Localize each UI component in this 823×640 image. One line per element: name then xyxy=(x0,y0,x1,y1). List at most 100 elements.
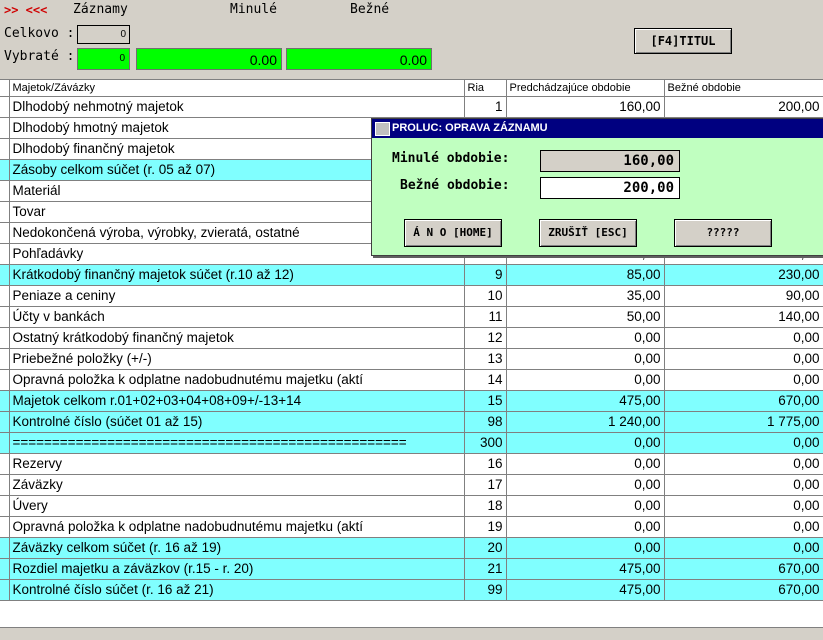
cell-prev-value[interactable]: 85,00 xyxy=(506,264,665,286)
dialog-prev-field[interactable]: 160,00 xyxy=(540,150,680,172)
table-row[interactable]: Záväzky celkom súčet (r. 16 až 19) 20 0,00… xyxy=(0,537,823,559)
table-row[interactable]: Rozdiel majetku a záväzkov (r.15 - r. 20… xyxy=(0,558,823,580)
cell-prev-value[interactable]: 475,00 xyxy=(506,558,665,580)
cell-item-name[interactable]: Záväzky celkom súčet (r. 16 až 19) xyxy=(9,537,465,559)
table-row[interactable]: Účty v bankách 11 50,00 140,00 xyxy=(0,306,823,328)
cell-item-name[interactable]: Ostatný krátkodobý finančný majetok xyxy=(9,327,465,349)
table-row[interactable]: Peniaze a ceniny 10 35,00 90,00 xyxy=(0,285,823,307)
cell-curr-value[interactable]: 200,00 xyxy=(664,96,823,118)
cell-prev-value[interactable]: 0,00 xyxy=(506,537,665,559)
yes-button[interactable]: Á N O [HOME] xyxy=(404,219,502,247)
cell-row-number[interactable]: 19 xyxy=(464,516,507,538)
row-indicator xyxy=(0,327,10,349)
cell-prev-value[interactable]: 0,00 xyxy=(506,432,665,454)
table-row[interactable]: Dlhodobý nehmotný majetok 1 160,00 200,00 xyxy=(0,96,823,118)
cell-curr-value[interactable]: 670,00 xyxy=(664,579,823,601)
cell-curr-value[interactable]: 0,00 xyxy=(664,432,823,454)
cell-item-name[interactable]: Rezervy xyxy=(9,453,465,475)
cell-row-number[interactable]: 20 xyxy=(464,537,507,559)
cell-prev-value[interactable]: 0,00 xyxy=(506,327,665,349)
table-row[interactable]: Opravná položka k odplatne nadobudnutému… xyxy=(0,369,823,391)
cell-curr-value[interactable]: 230,00 xyxy=(664,264,823,286)
cell-curr-value[interactable]: 0,00 xyxy=(664,516,823,538)
cell-prev-value[interactable]: 0,00 xyxy=(506,474,665,496)
cell-row-number[interactable]: 1 xyxy=(464,96,507,118)
table-row[interactable]: Majetok celkom r.01+02+03+04+08+09+/-13+… xyxy=(0,390,823,412)
help-button[interactable]: ????? xyxy=(674,219,772,247)
col-header-curr[interactable]: Bežné obdobie xyxy=(664,80,823,97)
table-row[interactable]: Ostatný krátkodobý finančný majetok 12 0,0… xyxy=(0,327,823,349)
cell-prev-value[interactable]: 35,00 xyxy=(506,285,665,307)
cell-prev-value[interactable]: 475,00 xyxy=(506,390,665,412)
table-row[interactable]: Úvery 18 0,00 0,00 xyxy=(0,495,823,517)
cell-row-number[interactable]: 11 xyxy=(464,306,507,328)
cell-prev-value[interactable]: 50,00 xyxy=(506,306,665,328)
cell-curr-value[interactable]: 0,00 xyxy=(664,537,823,559)
cell-row-number[interactable]: 99 xyxy=(464,579,507,601)
cell-item-name[interactable]: Kontrolné číslo (súčet 01 až 15) xyxy=(9,411,465,433)
cell-item-name[interactable]: ========================================… xyxy=(9,432,465,454)
table-row[interactable]: Kontrolné číslo (súčet 01 až 15) 98 1 240,… xyxy=(0,411,823,433)
cell-prev-value[interactable]: 0,00 xyxy=(506,516,665,538)
cell-curr-value[interactable]: 0,00 xyxy=(664,327,823,349)
cell-curr-value[interactable]: 0,00 xyxy=(664,474,823,496)
cell-item-name[interactable]: Peniaze a ceniny xyxy=(9,285,465,307)
cell-row-number[interactable]: 17 xyxy=(464,474,507,496)
cell-curr-value[interactable]: 1 775,00 xyxy=(664,411,823,433)
cell-row-number[interactable]: 15 xyxy=(464,390,507,412)
cell-prev-value[interactable]: 1 240,00 xyxy=(506,411,665,433)
cell-row-number[interactable]: 10 xyxy=(464,285,507,307)
col-header-item[interactable]: Majetok/Závázky xyxy=(9,80,465,97)
cell-curr-value[interactable]: 670,00 xyxy=(664,390,823,412)
cell-prev-value[interactable]: 0,00 xyxy=(506,495,665,517)
table-row[interactable]: Záväzky 17 0,00 0,00 xyxy=(0,474,823,496)
cell-item-name[interactable]: Dlhodobý nehmotný majetok xyxy=(9,96,465,118)
col-header-row[interactable]: Ria xyxy=(464,80,507,97)
cell-prev-value[interactable]: 0,00 xyxy=(506,348,665,370)
cell-curr-value[interactable]: 0,00 xyxy=(664,495,823,517)
cell-curr-value[interactable]: 0,00 xyxy=(664,369,823,391)
table-row[interactable]: Opravná položka k odplatne nadobudnutému… xyxy=(0,516,823,538)
cell-row-number[interactable]: 300 xyxy=(464,432,507,454)
horizontal-scrollbar[interactable] xyxy=(0,627,823,640)
cell-item-name[interactable]: Priebežné položky (+/-) xyxy=(9,348,465,370)
cell-item-name[interactable]: Opravná položka k odplatne nadobudnutému… xyxy=(9,516,465,538)
row-indicator xyxy=(0,495,10,517)
cell-curr-value[interactable]: 90,00 xyxy=(664,285,823,307)
cell-item-name[interactable]: Majetok celkom r.01+02+03+04+08+09+/-13+… xyxy=(9,390,465,412)
cell-row-number[interactable]: 98 xyxy=(464,411,507,433)
cell-curr-value[interactable]: 0,00 xyxy=(664,453,823,475)
cell-curr-value[interactable]: 670,00 xyxy=(664,558,823,580)
cell-prev-value[interactable]: 475,00 xyxy=(506,579,665,601)
cell-row-number[interactable]: 14 xyxy=(464,369,507,391)
title-button[interactable]: [F4]TITUL xyxy=(634,28,732,54)
col-header-prev[interactable]: Predchádzajúce obdobie xyxy=(506,80,665,97)
cell-row-number[interactable]: 12 xyxy=(464,327,507,349)
cell-item-name[interactable]: Rozdiel majetku a záväzkov (r.15 - r. 20… xyxy=(9,558,465,580)
cell-row-number[interactable]: 18 xyxy=(464,495,507,517)
cell-item-name[interactable]: Účty v bankách xyxy=(9,306,465,328)
cell-row-number[interactable]: 16 xyxy=(464,453,507,475)
cell-row-number[interactable]: 21 xyxy=(464,558,507,580)
dialog-title-bar[interactable]: PROLUC: OPRAVA ZÁZNAMU xyxy=(372,119,823,138)
table-row[interactable]: Krátkodobý finančný majetok súčet (r.10 … xyxy=(0,264,823,286)
cell-item-name[interactable]: Kontrolné číslo súčet (r. 16 až 21) xyxy=(9,579,465,601)
cell-row-number[interactable]: 13 xyxy=(464,348,507,370)
cell-curr-value[interactable]: 140,00 xyxy=(664,306,823,328)
cancel-button[interactable]: ZRUŠIŤ [ESC] xyxy=(539,219,637,247)
cell-item-name[interactable]: Opravná položka k odplatne nadobudnutému… xyxy=(9,369,465,391)
cell-item-name[interactable]: Úvery xyxy=(9,495,465,517)
table-row[interactable]: ========================================… xyxy=(0,432,823,454)
cell-item-name[interactable]: Krátkodobý finančný majetok súčet (r.10 … xyxy=(9,264,465,286)
table-row[interactable]: Priebežné položky (+/-) 13 0,00 0,00 xyxy=(0,348,823,370)
table-row[interactable]: Rezervy 16 0,00 0,00 xyxy=(0,453,823,475)
dialog-curr-field[interactable]: 200,00 xyxy=(540,177,680,199)
cell-item-name[interactable]: Záväzky xyxy=(9,474,465,496)
nav-arrows[interactable]: >> <<< xyxy=(4,3,47,17)
cell-prev-value[interactable]: 160,00 xyxy=(506,96,665,118)
cell-curr-value[interactable]: 0,00 xyxy=(664,348,823,370)
cell-prev-value[interactable]: 0,00 xyxy=(506,369,665,391)
table-row[interactable]: Kontrolné číslo súčet (r. 16 až 21) 99 475… xyxy=(0,579,823,601)
cell-prev-value[interactable]: 0,00 xyxy=(506,453,665,475)
cell-row-number[interactable]: 9 xyxy=(464,264,507,286)
